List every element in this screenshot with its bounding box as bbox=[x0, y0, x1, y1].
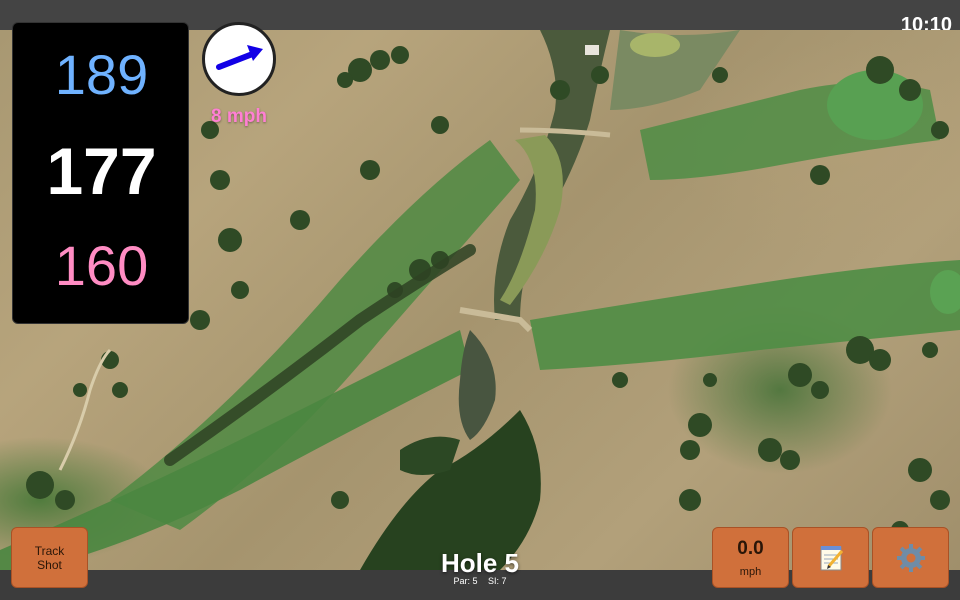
track-shot-label-line2: Shot bbox=[37, 557, 62, 572]
hole-title: Hole 5 bbox=[440, 548, 520, 578]
speed-value: 0.0 bbox=[737, 537, 764, 559]
golf-gps-screen: 10:10 189 177 160 8 mph Track Shot Hole … bbox=[0, 0, 960, 600]
notepad-icon bbox=[820, 545, 843, 570]
hole-par: Par: 5 bbox=[453, 576, 478, 586]
hole-meta: Par: 5 SI: 7 bbox=[380, 576, 580, 586]
track-shot-button[interactable]: Track Shot bbox=[11, 527, 88, 588]
wind-speed-label: 8 mph bbox=[211, 106, 267, 127]
distance-back: 189 bbox=[54, 43, 149, 106]
gear-icon bbox=[896, 543, 925, 572]
hole-stroke-index: SI: 7 bbox=[488, 576, 507, 586]
distance-panel: 189 177 160 bbox=[12, 22, 189, 324]
wind-arrow-icon bbox=[216, 45, 263, 70]
distance-front: 160 bbox=[54, 234, 149, 297]
speed-unit: mph bbox=[739, 565, 762, 578]
track-shot-label-line1: Track bbox=[34, 543, 65, 558]
distance-middle: 177 bbox=[46, 134, 157, 208]
settings-button[interactable] bbox=[872, 527, 949, 588]
wind-dial bbox=[202, 22, 276, 96]
speed-button[interactable]: 0.0 mph bbox=[712, 527, 789, 588]
notes-button[interactable] bbox=[792, 527, 869, 588]
